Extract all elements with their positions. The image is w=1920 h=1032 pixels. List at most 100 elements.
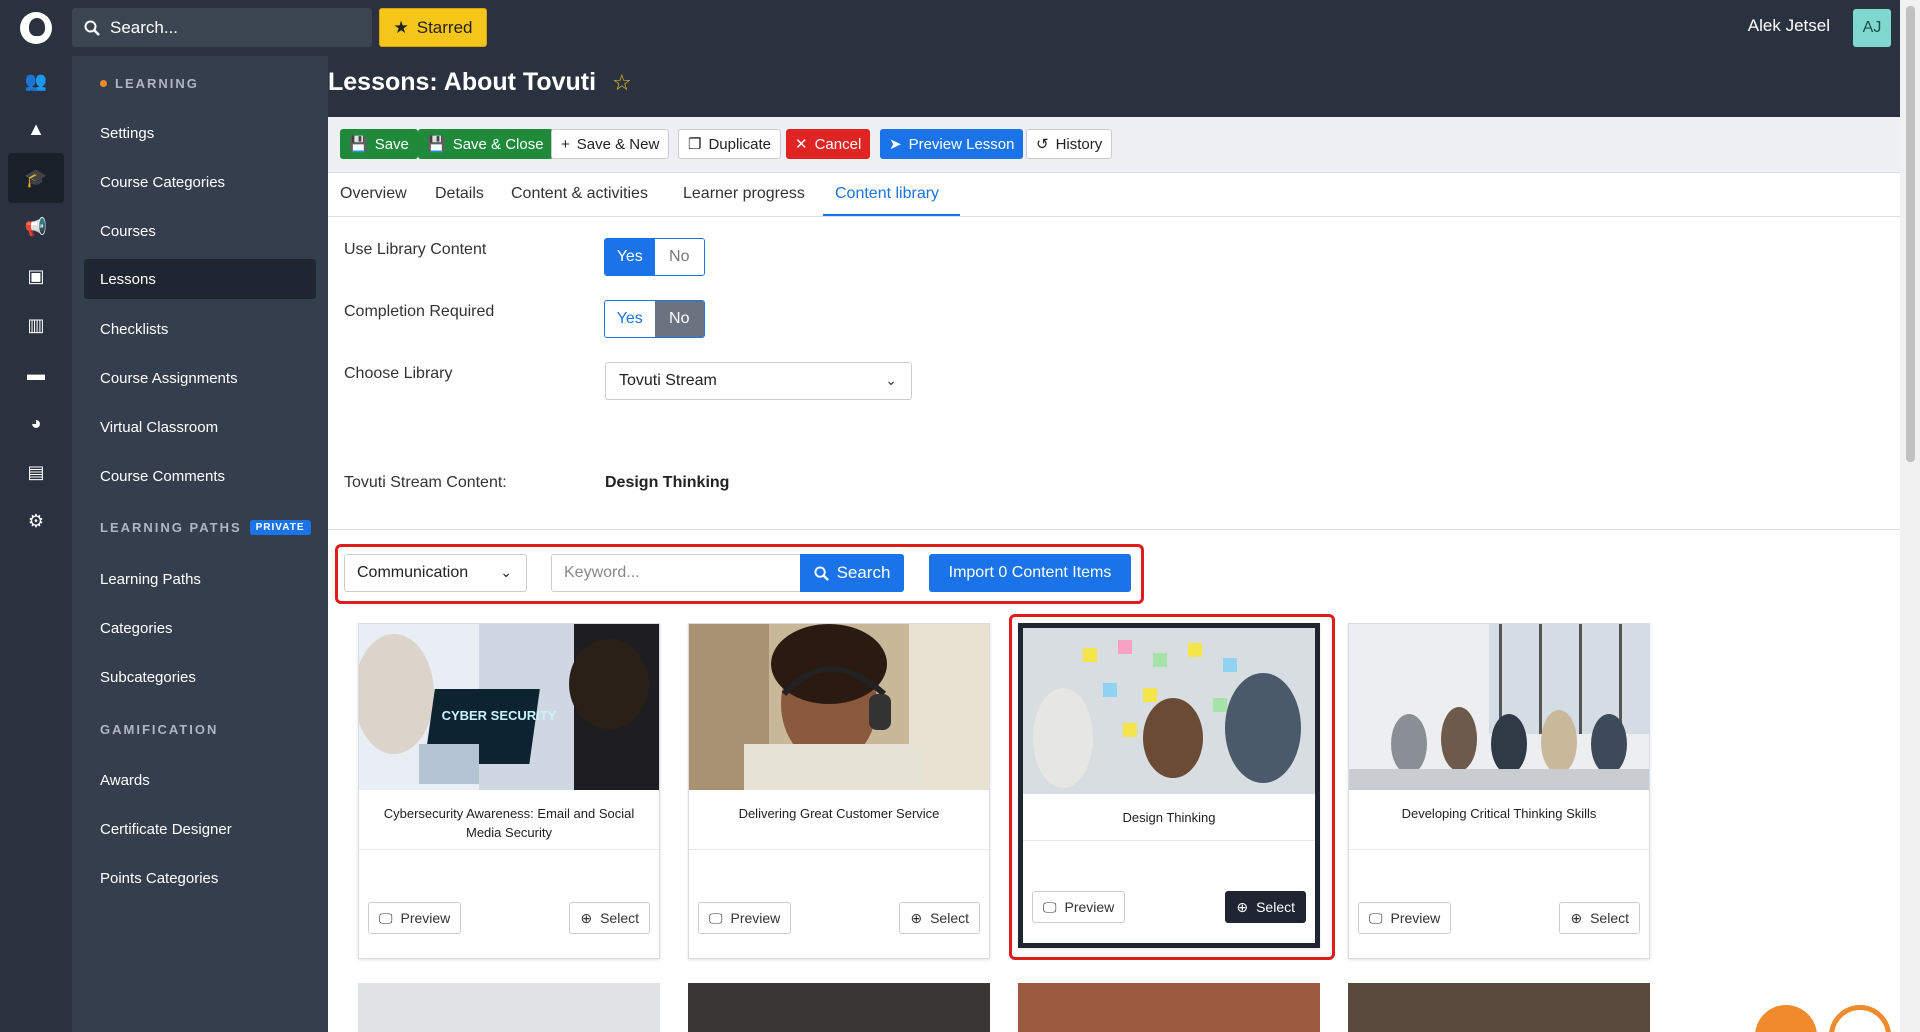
import-content-button[interactable]: Import 0 Content Items — [929, 554, 1131, 592]
users-icon[interactable]: 👥 — [8, 56, 64, 106]
completion-required-label: Completion Required — [344, 303, 495, 320]
duplicate-button[interactable]: ❐ Duplicate — [678, 129, 781, 159]
nav-item-checklists[interactable]: Checklists — [84, 309, 316, 349]
palette-icon[interactable]: ◕ — [8, 398, 64, 448]
stream-content-value: Design Thinking — [605, 474, 730, 491]
user-name[interactable]: Alek Jetsel — [1748, 16, 1830, 36]
nav-item-courses[interactable]: Courses — [84, 211, 316, 251]
tab-details[interactable]: Details — [435, 185, 484, 203]
nav-item-points-categories[interactable]: Points Categories — [84, 858, 316, 898]
select-button[interactable]: ⊕ Select — [1225, 891, 1306, 923]
card-separator — [1023, 840, 1315, 841]
megaphone-icon[interactable]: 📢 — [8, 202, 64, 252]
page-title-text: Lessons: About Tovuti — [328, 68, 597, 96]
preview-button[interactable]: 🖵 Preview — [368, 902, 462, 934]
money-icon[interactable]: ▣ — [8, 251, 64, 301]
tab-content-library[interactable]: Content library — [835, 185, 939, 203]
choose-library-label: Choose Library — [344, 365, 453, 382]
preview-lesson-button[interactable]: ➤ Preview Lesson — [880, 129, 1024, 159]
active-tab-indicator — [823, 214, 960, 216]
favorite-star-icon[interactable]: ☆ — [612, 70, 632, 96]
content-panel: 💾 Save 💾 Save & Close + Save & New ❐ Duplica… — [328, 117, 1900, 1032]
keyword-input[interactable] — [551, 554, 801, 592]
tab-overview[interactable]: Overview — [340, 185, 407, 203]
nav-item-settings[interactable]: Settings — [84, 113, 316, 153]
select-button[interactable]: ⊕ Select — [1559, 902, 1640, 934]
select-button[interactable]: ⊕ Select — [899, 902, 980, 934]
learning-paths-heading: LEARNING PATHS PRIVATE — [100, 520, 311, 535]
nav-item-certificate-designer[interactable]: Certificate Designer — [84, 809, 316, 849]
comment-icon[interactable]: ▬ — [8, 349, 64, 399]
monitor-icon: 🖵 — [1043, 898, 1057, 915]
content-card-partial — [1348, 983, 1650, 1032]
preview-button[interactable]: 🖵 Preview — [1358, 902, 1452, 934]
search-button[interactable]: Search — [800, 554, 904, 592]
preview-button[interactable]: 🖵 Preview — [698, 902, 792, 934]
nav-item-learning-paths[interactable]: Learning Paths — [84, 559, 316, 599]
cancel-button[interactable]: ✕ Cancel — [786, 129, 871, 159]
tab-bar: Overview Details Content & activities Le… — [328, 173, 1900, 217]
nav-item-subcategories[interactable]: Subcategories — [84, 657, 316, 697]
gear-icon[interactable]: ⚙ — [8, 496, 64, 546]
page-title: Lessons: About Tovuti ☆ — [328, 68, 632, 97]
side-nav: LEARNING Settings Course Categories Cour… — [72, 56, 328, 1032]
save-close-button[interactable]: 💾 Save & Close — [418, 129, 553, 159]
tab-content-activities[interactable]: Content & activities — [511, 185, 648, 203]
preview-button[interactable]: 🖵 Preview — [1032, 891, 1126, 923]
monitor-icon: 🖵 — [709, 909, 723, 926]
close-icon: ✕ — [795, 136, 808, 153]
select-button[interactable]: ⊕ Select — [569, 902, 650, 934]
card-separator — [359, 849, 659, 850]
starred-button[interactable]: ★ Starred — [379, 8, 487, 47]
save-button[interactable]: 💾 Save — [340, 129, 418, 159]
avatar[interactable]: AJ — [1853, 9, 1891, 47]
category-select[interactable]: Communication ⌄ — [344, 554, 527, 592]
tovuti-logo-icon[interactable] — [20, 12, 52, 44]
divider — [328, 529, 1900, 530]
card-image — [689, 624, 989, 790]
history-button[interactable]: ↺ History — [1026, 129, 1113, 159]
card-image-text: CYBER SECURITY — [442, 708, 557, 723]
completion-yes[interactable]: Yes — [605, 301, 655, 337]
use-library-no[interactable]: No — [654, 239, 704, 275]
content-card-partial — [358, 983, 660, 1032]
nav-item-awards[interactable]: Awards — [84, 760, 316, 800]
graduation-cap-icon[interactable]: 🎓 — [8, 153, 64, 203]
copy-icon: ❐ — [688, 136, 702, 153]
card-title: Design Thinking — [1122, 810, 1216, 825]
plus-circle-icon: ⊕ — [910, 909, 923, 926]
choose-library-select[interactable]: Tovuti Stream ⌄ — [605, 362, 912, 400]
card-image — [1349, 624, 1649, 790]
nav-item-virtual-classroom[interactable]: Virtual Classroom — [84, 407, 316, 447]
content-card: Developing Critical Thinking Skills 🖵 Pre… — [1348, 623, 1650, 959]
calendar-icon[interactable]: ▤ — [8, 447, 64, 497]
use-library-yes[interactable]: Yes — [605, 239, 655, 275]
learning-heading: LEARNING — [100, 76, 199, 91]
search-icon — [814, 565, 829, 581]
save-new-button[interactable]: + Save & New — [551, 129, 670, 159]
tab-learner-progress[interactable]: Learner progress — [683, 185, 805, 203]
nav-item-lessons[interactable]: Lessons — [84, 259, 316, 299]
nav-item-categories[interactable]: Categories — [84, 608, 316, 648]
monitor-icon: 🖵 — [379, 909, 393, 926]
completion-no[interactable]: No — [654, 301, 704, 337]
nav-item-course-assignments[interactable]: Course Assignments — [84, 358, 316, 398]
content-card-selected: Design Thinking 🖵 Preview ⊕ Select — [1018, 623, 1320, 948]
floppy-icon: 💾 — [349, 136, 368, 153]
shapes-icon[interactable]: ▲ — [8, 104, 64, 154]
chevron-down-icon: ⌄ — [500, 564, 512, 580]
chart-icon[interactable]: ▥ — [8, 300, 64, 350]
card-title: Cybersecurity Awareness: Email and Socia… — [383, 806, 635, 840]
plus-icon: + — [561, 135, 570, 153]
global-search-input[interactable]: Search... — [72, 8, 372, 47]
nav-item-course-comments[interactable]: Course Comments — [84, 456, 316, 496]
top-bar: Search... ★ Starred Alek Jetsel AJ — [0, 0, 1900, 56]
card-title: Delivering Great Customer Service — [738, 806, 940, 821]
content-card-partial — [688, 983, 990, 1032]
plus-circle-icon: ⊕ — [580, 909, 593, 926]
chevron-down-icon: ⌄ — [885, 372, 897, 388]
completion-required-toggle: Yes No — [604, 300, 705, 338]
scrollbar-thumb[interactable] — [1906, 6, 1915, 462]
nav-item-course-categories[interactable]: Course Categories — [84, 162, 316, 202]
icon-rail: 👥 ▲ 🎓 📢 ▣ ▥ ▬ ◕ ▤ ⚙ — [0, 56, 70, 1032]
